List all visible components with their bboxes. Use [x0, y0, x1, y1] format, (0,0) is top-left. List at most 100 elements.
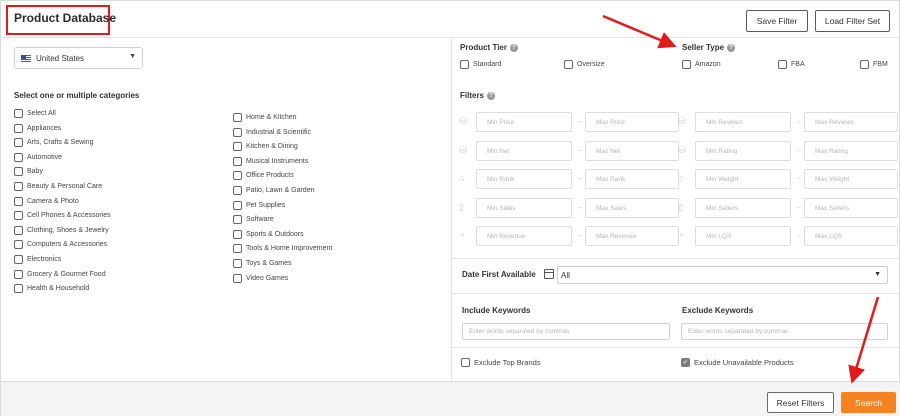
category-option[interactable]: Baby	[14, 167, 43, 177]
filter-min-input[interactable]: Min Sellers	[695, 197, 791, 218]
option-label: Exclude Unavailable Products	[694, 358, 794, 367]
search-button[interactable]: Search	[841, 392, 896, 413]
category-option[interactable]: Beauty & Personal Care	[14, 182, 102, 191]
checkbox[interactable]	[14, 167, 23, 177]
filter-min-input[interactable]: Min Rank	[476, 169, 572, 189]
checkbox[interactable]	[778, 60, 787, 69]
checkbox[interactable]	[233, 156, 242, 166]
category-option[interactable]: Musical Instruments	[233, 156, 308, 166]
checkbox-checked[interactable]: ✓	[681, 358, 690, 367]
filter-min-input[interactable]: Min Price	[476, 112, 572, 132]
category-option[interactable]: Cell Phones & Accessories	[14, 211, 111, 221]
category-option[interactable]: Industrial & Scientific	[233, 127, 311, 137]
checkbox[interactable]	[564, 60, 573, 69]
category-label: Appliances	[27, 124, 62, 132]
filter-min-input[interactable]: Min Weight	[695, 169, 791, 189]
category-option[interactable]: Kitchen & Dining	[233, 142, 298, 152]
exclude-keywords-input[interactable]: Enter words separated by commas	[681, 323, 888, 340]
seller-option-fba[interactable]: FBA	[778, 60, 805, 69]
reset-filters-button[interactable]: Reset Filters	[767, 392, 834, 413]
category-option[interactable]: Sports & Outdoors	[233, 229, 304, 239]
category-option[interactable]: Appliances	[14, 123, 62, 133]
checkbox[interactable]	[860, 60, 869, 69]
help-icon[interactable]: ?	[727, 44, 736, 52]
checkbox[interactable]	[14, 225, 23, 235]
filter-max-input[interactable]: Max Revenue	[585, 226, 679, 246]
tier-option-oversize[interactable]: Oversize	[564, 60, 605, 69]
category-option[interactable]: Electronics	[14, 255, 61, 264]
filter-min-input[interactable]: Min Revenue	[476, 226, 572, 246]
filter-max-input[interactable]: Max Price	[585, 112, 679, 132]
checkbox[interactable]	[460, 60, 469, 69]
checkbox[interactable]	[233, 142, 242, 152]
category-option[interactable]: Clothing, Shoes & Jewelry	[14, 225, 109, 235]
exclude-top-brands-option[interactable]: Exclude Top Brands	[461, 358, 541, 367]
filter-max-input[interactable]: Max Rank	[585, 169, 679, 189]
include-keywords-input[interactable]: Enter words separated by commas	[462, 323, 670, 340]
category-option[interactable]: Home & Kitchen	[233, 113, 297, 122]
checkbox[interactable]	[14, 240, 23, 250]
filter-max-input[interactable]: Max LQS	[804, 226, 898, 246]
checkbox[interactable]	[233, 244, 242, 254]
checkbox[interactable]	[14, 255, 23, 264]
checkbox[interactable]	[14, 211, 23, 221]
date-first-available-select[interactable]: All ▼	[557, 266, 888, 284]
exclude-unavailable-option[interactable]: ✓ Exclude Unavailable Products	[681, 358, 794, 367]
filter-min-input[interactable]: Min Reviews	[695, 112, 791, 132]
category-option[interactable]: Pet Supplies	[233, 200, 285, 210]
checkbox[interactable]	[14, 123, 23, 133]
checkbox[interactable]	[14, 138, 23, 148]
country-select[interactable]: United States ▼	[14, 47, 143, 69]
category-option[interactable]: Arts, Crafts & Sewing	[14, 138, 94, 148]
seller-option-fbm[interactable]: FBM	[860, 60, 888, 69]
checkbox[interactable]	[14, 182, 23, 191]
help-icon[interactable]: ?	[509, 44, 518, 52]
checkbox[interactable]	[233, 186, 242, 195]
checkbox[interactable]	[233, 259, 242, 268]
checkbox[interactable]	[233, 171, 242, 181]
filter-min-input[interactable]: Min LQS	[695, 226, 791, 246]
checkbox[interactable]	[14, 196, 23, 206]
seller-option-amazon[interactable]: Amazon	[682, 60, 721, 69]
filter-max-input[interactable]: Max Rating	[804, 140, 898, 161]
checkbox[interactable]	[14, 284, 23, 294]
filter-min-input[interactable]: Min Net	[476, 140, 572, 161]
category-option[interactable]: Computers & Accessories	[14, 240, 107, 250]
category-option[interactable]: Camera & Photo	[14, 196, 79, 206]
category-option[interactable]: Select All	[14, 109, 56, 118]
checkbox[interactable]	[14, 269, 23, 279]
checkbox[interactable]	[461, 358, 470, 367]
save-filter-button[interactable]: Save Filter	[746, 10, 808, 32]
category-option[interactable]: Health & Household	[14, 284, 89, 294]
tier-option-standard[interactable]: Standard	[460, 60, 501, 69]
category-option[interactable]: Video Games	[233, 273, 288, 283]
checkbox[interactable]	[14, 109, 23, 118]
category-option[interactable]: Office Products	[233, 171, 294, 181]
checkbox[interactable]	[233, 127, 242, 137]
pane-divider	[451, 38, 452, 381]
checkbox[interactable]	[233, 113, 242, 122]
option-label: Standard	[473, 61, 502, 68]
load-filter-set-button[interactable]: Load Filter Set	[815, 10, 890, 32]
help-icon[interactable]: ?	[487, 92, 496, 100]
category-option[interactable]: Software	[233, 215, 274, 225]
checkbox[interactable]	[233, 215, 242, 225]
filter-max-input[interactable]: Max Sellers	[804, 197, 898, 218]
checkbox[interactable]	[14, 152, 23, 162]
checkbox[interactable]	[233, 229, 242, 239]
category-option[interactable]: Patio, Lawn & Garden	[233, 186, 315, 195]
filter-max-input[interactable]: Max Reviews	[804, 112, 898, 132]
category-option[interactable]: Automotive	[14, 152, 62, 162]
checkbox[interactable]	[233, 200, 242, 210]
filter-max-input[interactable]: Max Sales	[585, 197, 679, 218]
category-option[interactable]: Grocery & Gourmet Food	[14, 269, 106, 279]
checkbox[interactable]	[233, 273, 242, 283]
checkbox[interactable]	[682, 60, 691, 69]
category-option[interactable]: Tools & Home Improvement	[233, 244, 332, 254]
filter-min-input[interactable]: Min Rating	[695, 140, 791, 161]
category-option[interactable]: Toys & Games	[233, 259, 292, 268]
filter-min-input[interactable]: Min Sales	[476, 197, 572, 218]
filter-max-input[interactable]: Max Weight	[804, 169, 898, 189]
filter-max-input[interactable]: Max Net	[585, 140, 679, 161]
category-label: Electronics	[27, 256, 62, 263]
